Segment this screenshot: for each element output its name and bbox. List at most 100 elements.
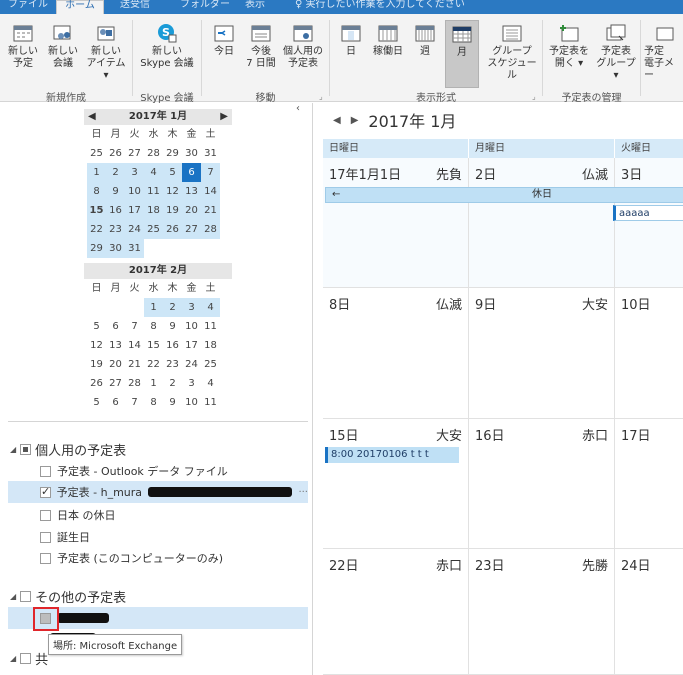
mini-day-cell[interactable]: 5 [87,393,106,412]
mini-day-cell[interactable]: 5 [87,317,106,336]
tab-send-receive[interactable]: 送受信 [120,0,150,14]
tab-view[interactable]: 表示 [245,0,265,14]
mini-day-cell[interactable]: 31 [201,144,220,163]
mini-day-cell[interactable]: 17 [125,201,144,220]
new-meeting-button[interactable]: 新しい 会議 [44,22,82,70]
prev-month-icon[interactable]: ◀ [333,115,341,126]
day-cell[interactable]: 23日 先勝 [469,549,615,675]
mini-day-cell[interactable]: 2 [106,163,125,182]
mini-day-cell[interactable]: 13 [106,336,125,355]
appointment-aaaaa[interactable]: aaaaa [613,205,683,221]
move-group-launcher-icon[interactable]: ⌟ [319,92,323,101]
mini-day-cell[interactable]: 9 [163,393,182,412]
mini-next-month-icon[interactable]: ▶ [220,109,228,125]
calendar-item-outlook-data[interactable]: 予定表 - Outlook データ ファイル [40,463,228,479]
mini-day-cell[interactable]: 8 [144,393,163,412]
mini-day-cell[interactable]: 18 [201,336,220,355]
mini-day-cell[interactable]: 23 [163,355,182,374]
mini-day-cell[interactable]: 31 [125,239,144,258]
calendar-checkbox[interactable] [40,509,51,521]
mini-day-cell[interactable]: 25 [87,144,106,163]
mini-day-cell[interactable]: 20 [106,355,125,374]
calendar-checkbox[interactable] [40,485,51,498]
tab-home[interactable]: ホーム [56,0,104,14]
mini-day-cell[interactable]: 16 [163,336,182,355]
mini-day-cell[interactable]: 16 [106,201,125,220]
mini-day-cell[interactable]: 6 [106,317,125,336]
collapse-triangle-icon[interactable]: ◢ [10,592,16,601]
day-cell[interactable]: 3日 [615,158,683,288]
other-calendars-header[interactable]: ◢ その他の予定表 [10,587,126,606]
calendar-item-japan-holidays[interactable]: 日本 の休日 [40,507,116,523]
email-calendar-button[interactable]: 予定 電子メー [644,22,683,82]
collapse-triangle-icon[interactable]: ◢ [10,445,16,454]
calendar-checkbox[interactable] [40,552,51,564]
mini-day-cell[interactable]: 15 [144,336,163,355]
mini-day-cell[interactable]: 19 [163,201,182,220]
mini-day-cell[interactable]: 26 [106,144,125,163]
group-checkbox[interactable] [20,653,32,664]
format-group-launcher-icon[interactable]: ⌟ [532,92,536,101]
mini-day-cell[interactable]: 21 [125,355,144,374]
day-view-button[interactable]: 日 [336,22,366,58]
mini-day-cell[interactable]: 4 [144,163,163,182]
personal-calendar-button[interactable]: 個人用の 予定表 [281,22,325,70]
mini-day-cell[interactable]: 4 [201,298,220,317]
mini-day-cell[interactable]: 20 [182,201,201,220]
mini-day-cell[interactable]: 3 [125,163,144,182]
day-cell[interactable]: 22日 赤口 [323,549,469,675]
mini-day-cell[interactable]: 23 [106,220,125,239]
day-cell[interactable]: 15日 大安 [323,419,469,549]
mini-day-cell[interactable]: 4 [201,374,220,393]
mini-day-cell[interactable]: 21 [201,201,220,220]
mini-day-cell[interactable]: 27 [182,220,201,239]
mini-day-cell[interactable]: 30 [182,144,201,163]
group-checkbox[interactable] [20,591,32,602]
mini-day-cell[interactable]: 7 [201,163,220,182]
collapse-pane-icon[interactable]: ‹ [296,103,300,114]
tab-folder[interactable]: フォルダー [180,0,230,14]
mini-day-cell[interactable]: 24 [125,220,144,239]
new-appointment-button[interactable]: 新しい 予定 [6,22,40,70]
mini-day-cell[interactable]: 29 [87,239,106,258]
mini-day-cell[interactable]: 1 [87,163,106,182]
mini-day-cell[interactable]: 1 [144,374,163,393]
mini-day-cell[interactable]: 30 [106,239,125,258]
shared-calendars-header[interactable]: ◢ 共 [10,649,48,668]
mini-day-cell[interactable]: 27 [106,374,125,393]
work-week-view-button[interactable]: 稼働日 [370,22,406,58]
mini-day-cell[interactable]: 26 [163,220,182,239]
day-cell[interactable]: 8日 仏滅 [323,288,469,419]
mini-day-cell[interactable]: 8 [144,317,163,336]
mini-day-cell[interactable]: 22 [144,355,163,374]
mini-day-cell[interactable]: 6 [182,163,201,182]
next-month-icon[interactable]: ▶ [351,115,359,126]
mini-day-cell[interactable]: 12 [87,336,106,355]
mini-day-cell[interactable]: 28 [201,220,220,239]
mini-day-cell[interactable]: 6 [106,393,125,412]
day-cell[interactable]: 24日 [615,549,683,675]
mini-day-cell[interactable]: 28 [144,144,163,163]
mini-day-cell[interactable]: 17 [182,336,201,355]
mini-day-cell[interactable]: 18 [144,201,163,220]
day-cell[interactable]: 16日 赤口 [469,419,615,549]
open-calendar-button[interactable]: 予定表を 開く ▾ [546,22,592,70]
mini-day-cell[interactable]: 11 [201,393,220,412]
mini-day-cell[interactable]: 10 [182,317,201,336]
personal-calendars-header[interactable]: ◢ 個人用の予定表 [10,440,126,459]
mini-day-cell[interactable]: 29 [163,144,182,163]
mini-day-cell[interactable]: 25 [201,355,220,374]
new-items-button[interactable]: 新しい アイテム ▾ [84,22,128,82]
group-schedule-button[interactable]: グループ スケジュール [484,22,540,82]
mini-day-cell[interactable]: 28 [125,374,144,393]
mini-day-cell[interactable]: 3 [182,298,201,317]
mini-prev-month-icon[interactable]: ◀ [88,109,96,125]
new-skype-meeting-button[interactable]: S 新しい Skype 会議 [136,22,198,70]
month-view-button[interactable]: 月 [445,20,479,88]
calendar-item-birthdays[interactable]: 誕生日 [40,529,90,545]
calendar-checkbox[interactable] [40,531,51,543]
mini-day-cell[interactable]: 3 [182,374,201,393]
mini-day-cell[interactable]: 19 [87,355,106,374]
mini-day-cell[interactable]: 25 [144,220,163,239]
mini-day-cell[interactable]: 14 [125,336,144,355]
